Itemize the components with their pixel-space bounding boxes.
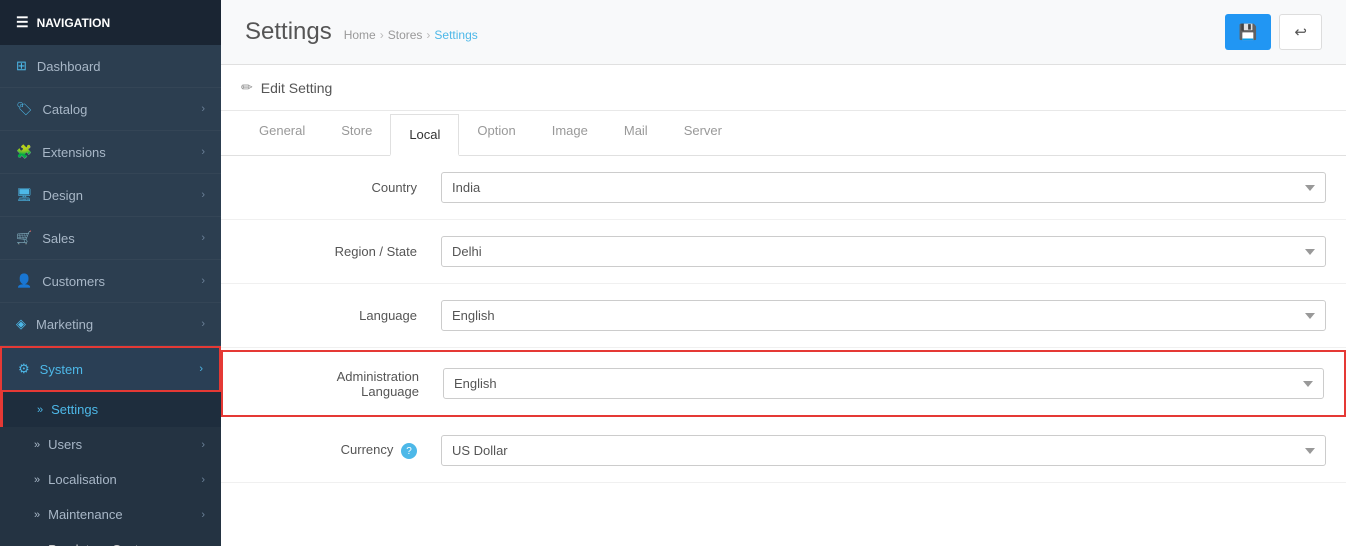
- chevron-right-icon: ›: [201, 474, 205, 486]
- breadcrumb-sep: ›: [380, 28, 384, 42]
- design-icon: 🖥: [16, 187, 33, 203]
- breadcrumb-sep2: ›: [426, 28, 430, 42]
- sidebar-item-customers[interactable]: 👤 Customers ›: [0, 260, 221, 303]
- info-icon[interactable]: ?: [401, 443, 417, 459]
- chevron-right-icon: ›: [201, 275, 205, 287]
- form-row-admin-language: AdministrationLanguage English French Sp…: [221, 350, 1346, 417]
- sidebar-item-dashboard[interactable]: ⊞ Dashboard: [0, 45, 221, 88]
- sidebar-label-catalog: Catalog: [43, 102, 88, 117]
- header-actions: 💾 ↩: [1225, 14, 1322, 50]
- tab-store[interactable]: Store: [323, 111, 390, 156]
- system-icon: ⚙: [18, 361, 30, 377]
- sidebar-label-sales: Sales: [42, 231, 75, 246]
- admin-language-label: AdministrationLanguage: [243, 369, 443, 399]
- sidebar-label-system: System: [40, 362, 83, 377]
- language-label: Language: [241, 308, 441, 323]
- sub-arrow-icon: »: [37, 404, 43, 416]
- sidebar-item-catalog[interactable]: 🏷 Catalog ›: [0, 88, 221, 131]
- chevron-right-icon: ›: [201, 146, 205, 158]
- pencil-icon: ✏: [241, 79, 253, 96]
- sidebar-item-system[interactable]: ⚙ System ›: [0, 346, 221, 392]
- chevron-right-icon: ›: [201, 318, 205, 330]
- dashboard-icon: ⊞: [16, 58, 27, 74]
- chevron-right-icon: ›: [199, 363, 203, 375]
- breadcrumb-area: Settings Home › Stores › Settings: [245, 18, 478, 46]
- admin-language-select[interactable]: English French Spanish: [443, 368, 1324, 399]
- chevron-right-icon: ›: [201, 439, 205, 451]
- save-button[interactable]: 💾: [1225, 14, 1272, 50]
- page-title: Settings: [245, 18, 332, 46]
- settings-content: ✏ Edit Setting General Store Local Optio…: [221, 65, 1346, 546]
- country-label: Country: [241, 180, 441, 195]
- tab-server[interactable]: Server: [666, 111, 740, 156]
- sidebar-item-extensions[interactable]: 🧩 Extensions ›: [0, 131, 221, 174]
- tab-option[interactable]: Option: [459, 111, 533, 156]
- sidebar-sub-item-settings[interactable]: » Settings: [0, 392, 221, 427]
- settings-tabs: General Store Local Option Image Mail Se…: [221, 111, 1346, 156]
- sidebar-item-sales[interactable]: 🛒 Sales ›: [0, 217, 221, 260]
- chevron-right-icon: ›: [201, 189, 205, 201]
- back-button[interactable]: ↩: [1279, 14, 1322, 50]
- breadcrumb-stores[interactable]: Stores: [388, 28, 423, 42]
- sidebar-item-design[interactable]: 🖥 Design ›: [0, 174, 221, 217]
- form-section: Country India United States United Kingd…: [221, 156, 1346, 483]
- extensions-icon: 🧩: [16, 144, 32, 160]
- sidebar-sub-label-purpletree: Purpletree Custom: [48, 542, 156, 546]
- region-select[interactable]: Delhi Mumbai Bangalore: [441, 236, 1326, 267]
- form-row-currency: Currency ? US Dollar Euro GBP: [221, 419, 1346, 483]
- sidebar-sub-label-localisation: Localisation: [48, 472, 117, 487]
- sidebar: ☰ NAVIGATION ⊞ Dashboard 🏷 Catalog › 🧩 E…: [0, 0, 221, 546]
- customers-icon: 👤: [16, 273, 32, 289]
- sidebar-sub-label-settings: Settings: [51, 402, 98, 417]
- nav-header: ☰ NAVIGATION: [0, 0, 221, 45]
- sidebar-label-design: Design: [43, 188, 83, 203]
- hamburger-icon: ☰: [16, 14, 29, 31]
- tab-image[interactable]: Image: [534, 111, 606, 156]
- sidebar-item-marketing[interactable]: ◈ Marketing ›: [0, 303, 221, 346]
- chevron-right-icon: ›: [201, 509, 205, 521]
- sidebar-label-customers: Customers: [42, 274, 105, 289]
- sidebar-sub-label-users: Users: [48, 437, 82, 452]
- catalog-icon: 🏷: [16, 101, 33, 117]
- language-select[interactable]: English French Spanish: [441, 300, 1326, 331]
- chevron-right-icon: ›: [201, 103, 205, 115]
- form-row-country: Country India United States United Kingd…: [221, 156, 1346, 220]
- form-row-region: Region / State Delhi Mumbai Bangalore: [221, 220, 1346, 284]
- main-content: Settings Home › Stores › Settings 💾 ↩ ✏ …: [221, 0, 1346, 546]
- currency-label: Currency ?: [241, 442, 441, 460]
- top-header: Settings Home › Stores › Settings 💾 ↩: [221, 0, 1346, 65]
- form-row-language: Language English French Spanish: [221, 284, 1346, 348]
- sales-icon: 🛒: [16, 230, 32, 246]
- country-select[interactable]: India United States United Kingdom: [441, 172, 1326, 203]
- region-label: Region / State: [241, 244, 441, 259]
- sidebar-label-marketing: Marketing: [36, 317, 93, 332]
- sidebar-sub-item-users[interactable]: » Users ›: [0, 427, 221, 462]
- breadcrumb-settings: Settings: [434, 28, 477, 42]
- sub-arrow-icon: »: [34, 474, 40, 486]
- edit-setting-title: Edit Setting: [261, 80, 333, 96]
- sub-arrow-icon: »: [34, 509, 40, 521]
- breadcrumb: Home › Stores › Settings: [344, 28, 478, 42]
- sidebar-sub-label-maintenance: Maintenance: [48, 507, 122, 522]
- sub-arrow-icon: »: [34, 439, 40, 451]
- sidebar-label-dashboard: Dashboard: [37, 59, 101, 74]
- marketing-icon: ◈: [16, 316, 26, 332]
- nav-label: NAVIGATION: [37, 16, 111, 30]
- sidebar-sub-item-purpletree[interactable]: » Purpletree Custom: [0, 532, 221, 546]
- currency-select[interactable]: US Dollar Euro GBP: [441, 435, 1326, 466]
- tab-local[interactable]: Local: [390, 114, 459, 156]
- chevron-right-icon: ›: [201, 232, 205, 244]
- sidebar-label-extensions: Extensions: [42, 145, 106, 160]
- sidebar-sub-item-localisation[interactable]: » Localisation ›: [0, 462, 221, 497]
- edit-setting-header: ✏ Edit Setting: [221, 65, 1346, 111]
- tab-general[interactable]: General: [241, 111, 323, 156]
- breadcrumb-home[interactable]: Home: [344, 28, 376, 42]
- tab-mail[interactable]: Mail: [606, 111, 666, 156]
- sidebar-sub-item-maintenance[interactable]: » Maintenance ›: [0, 497, 221, 532]
